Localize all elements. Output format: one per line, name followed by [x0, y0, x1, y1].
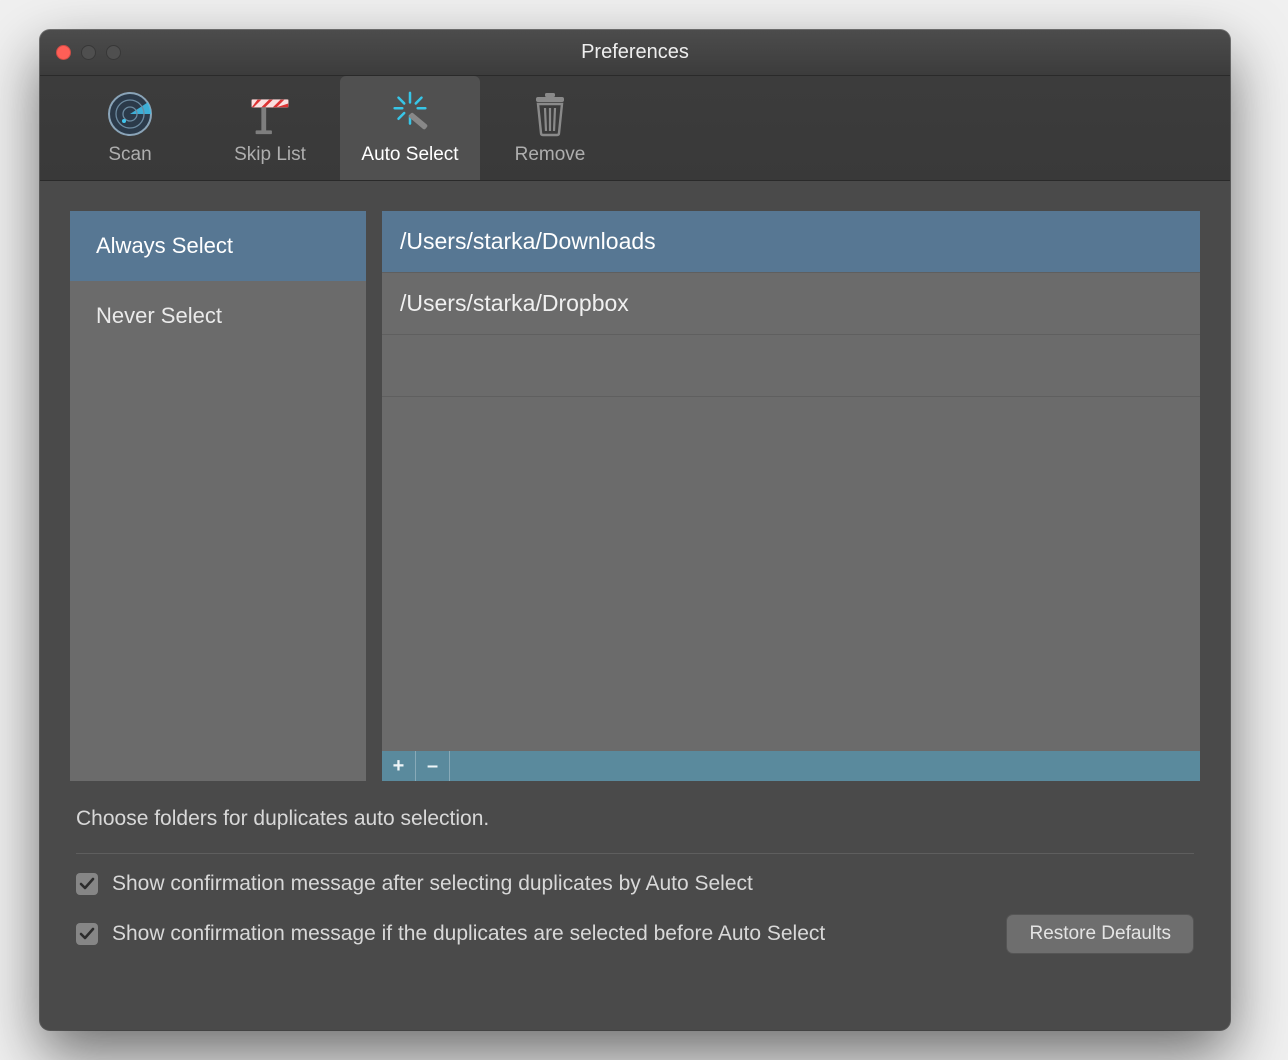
tab-scan[interactable]: Scan	[60, 76, 200, 180]
option-row: Show confirmation message after selectin…	[76, 872, 1194, 896]
radar-icon	[106, 90, 154, 138]
option-row: Show confirmation message if the duplica…	[76, 914, 1194, 954]
checkbox-confirm-after-autoselect[interactable]	[76, 873, 98, 895]
tab-label: Auto Select	[361, 144, 458, 166]
titlebar[interactable]: Preferences	[40, 30, 1230, 76]
folder-path-list[interactable]: /Users/starka/Downloads /Users/starka/Dr…	[382, 211, 1200, 751]
content-area: Always Select Never Select /Users/starka…	[40, 181, 1230, 1030]
preferences-window: Preferences Scan	[40, 30, 1230, 1030]
select-mode-list: Always Select Never Select	[70, 211, 366, 781]
tab-remove[interactable]: Remove	[480, 76, 620, 180]
folder-list-controls: + –	[382, 751, 1200, 781]
checkbox-label: Show confirmation message after selectin…	[112, 872, 753, 896]
tab-label: Remove	[515, 144, 586, 166]
description-text: Choose folders for duplicates auto selec…	[70, 781, 1200, 851]
sidebar-item-label: Never Select	[96, 303, 222, 329]
sidebar-item-always-select[interactable]: Always Select	[70, 211, 366, 281]
traffic-lights	[40, 45, 121, 60]
close-window-button[interactable]	[56, 45, 71, 60]
preferences-toolbar: Scan Skip List	[40, 76, 1230, 181]
minimize-window-button[interactable]	[81, 45, 96, 60]
tab-label: Skip List	[234, 144, 306, 166]
restore-defaults-button[interactable]: Restore Defaults	[1006, 914, 1194, 954]
checkbox-confirm-before-autoselect[interactable]	[76, 923, 98, 945]
bottom-options: Show confirmation message after selectin…	[70, 872, 1200, 980]
folder-row-empty[interactable]	[382, 335, 1200, 397]
split-panes: Always Select Never Select /Users/starka…	[70, 211, 1200, 781]
tab-skip-list[interactable]: Skip List	[200, 76, 340, 180]
folder-row[interactable]: /Users/starka/Downloads	[382, 211, 1200, 273]
minus-icon: –	[427, 755, 438, 778]
sidebar-item-never-select[interactable]: Never Select	[70, 281, 366, 351]
folder-path: /Users/starka/Dropbox	[400, 290, 629, 317]
folder-list-pane: /Users/starka/Downloads /Users/starka/Dr…	[382, 211, 1200, 781]
barrier-icon	[246, 90, 294, 138]
tab-auto-select[interactable]: Auto Select	[340, 76, 480, 180]
sidebar-item-label: Always Select	[96, 233, 233, 259]
window-title: Preferences	[40, 41, 1230, 64]
tab-label: Scan	[108, 144, 151, 166]
zoom-window-button[interactable]	[106, 45, 121, 60]
folder-path: /Users/starka/Downloads	[400, 228, 656, 255]
add-folder-button[interactable]: +	[382, 751, 416, 781]
remove-folder-button[interactable]: –	[416, 751, 450, 781]
checkbox-label: Show confirmation message if the duplica…	[112, 922, 825, 946]
divider	[76, 853, 1194, 854]
trash-icon	[526, 90, 574, 138]
folder-row[interactable]: /Users/starka/Dropbox	[382, 273, 1200, 335]
wand-icon	[386, 90, 434, 138]
plus-icon: +	[393, 755, 405, 778]
